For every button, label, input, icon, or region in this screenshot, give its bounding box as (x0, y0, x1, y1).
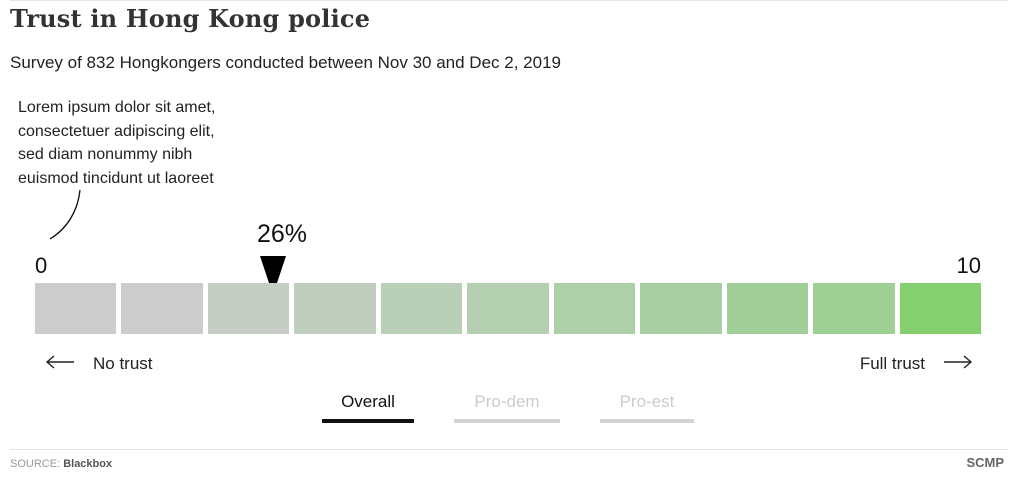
annotation-line: Lorem ipsum dolor sit amet, (18, 99, 216, 116)
scale-segment-10 (899, 283, 981, 334)
annotation-line: sed diam nonummy nibh (18, 146, 193, 163)
brand-logo-text: SCMP (966, 455, 1004, 470)
no-trust-text: No trust (93, 354, 153, 373)
no-trust-label: No trust (45, 354, 153, 374)
chart-title: Trust in Hong Kong police (10, 4, 371, 33)
scale-segment-8 (726, 283, 809, 334)
tab-pro-est[interactable]: Pro-est (600, 390, 694, 423)
filter-tabs: Overall Pro-dem Pro-est (0, 390, 1011, 430)
source-label: SOURCE: (10, 458, 61, 470)
scale-segment-2 (207, 283, 290, 334)
annotation-text: Lorem ipsum dolor sit amet, consectetuer… (18, 96, 278, 190)
scale-segment-9 (813, 283, 895, 334)
full-trust-label: Full trust (860, 354, 973, 374)
top-divider (10, 0, 1008, 1)
scale-segment-1 (121, 283, 203, 334)
trust-scale-bar (35, 283, 981, 334)
source-credit: SOURCE: Blackbox (10, 458, 112, 470)
chart-subtitle: Survey of 832 Hongkongers conducted betw… (10, 53, 561, 72)
scale-min-label: 0 (35, 253, 48, 278)
annotation-callout-line (49, 189, 81, 240)
arrow-left-icon (45, 354, 75, 374)
annotation-line: consectetuer adipiscing elit, (18, 122, 215, 140)
full-trust-text: Full trust (859, 354, 925, 373)
scale-segment-3 (294, 283, 376, 334)
source-name: Blackbox (63, 458, 113, 470)
arrow-right-icon (943, 354, 973, 374)
scale-segment-6 (553, 283, 636, 334)
annotation-line: euismod tincidunt ut laoreet (18, 169, 214, 187)
scale-segment-5 (467, 283, 549, 334)
scale-segment-7 (640, 283, 722, 334)
scale-max-label: 10 (956, 253, 981, 278)
marker-value-label: 26% (257, 220, 308, 248)
tab-pro-dem[interactable]: Pro-dem (454, 390, 560, 423)
scale-segment-4 (380, 283, 463, 334)
footer-divider (10, 449, 1008, 450)
scale-segment-0 (35, 283, 117, 334)
tab-overall[interactable]: Overall (322, 390, 414, 423)
